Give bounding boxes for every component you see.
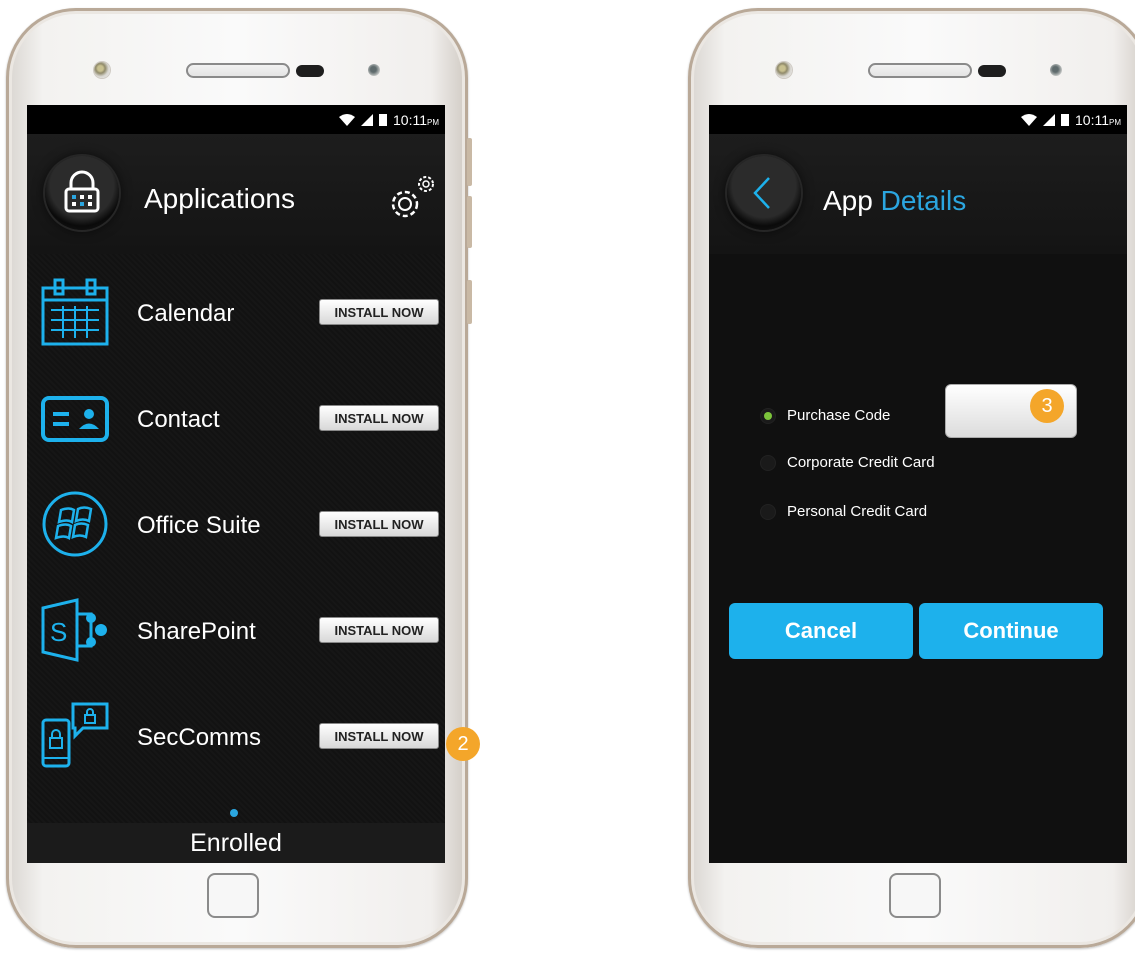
radio-corporate-credit-card[interactable] xyxy=(761,455,775,470)
install-sharepoint-button[interactable]: INSTALL NOW xyxy=(319,617,439,643)
footer-enrolled[interactable]: Enrolled xyxy=(27,823,445,863)
calendar-icon xyxy=(41,278,109,346)
page-title: App Details xyxy=(823,185,966,217)
home-button xyxy=(207,873,259,918)
title-app: App xyxy=(823,185,873,216)
list-item: Calendar INSTALL NOW xyxy=(27,254,445,360)
wifi-icon xyxy=(339,113,355,126)
option-label: Personal Credit Card xyxy=(787,503,928,520)
battery-icon xyxy=(379,113,387,126)
status-ampm: PM xyxy=(1109,117,1121,127)
list-item: Contact INSTALL NOW xyxy=(27,360,445,466)
home-button xyxy=(889,873,941,918)
app-name-office-suite: Office Suite xyxy=(137,512,261,539)
status-ampm: PM xyxy=(427,117,439,127)
radio-personal-credit-card[interactable] xyxy=(761,504,775,519)
page-indicator-dot xyxy=(230,809,238,817)
svg-text:S: S xyxy=(50,617,67,647)
applications-list: Calendar INSTALL NOW Contact INSTALL NOW xyxy=(27,254,445,823)
proximity-sensor xyxy=(978,65,1006,77)
option-corporate-credit-card[interactable]: Corporate Credit Card xyxy=(761,454,935,471)
status-time: 10:11 xyxy=(1075,111,1109,128)
light-sensor xyxy=(368,64,380,76)
list-item: S SharePoint INSTALL NOW xyxy=(27,572,445,678)
option-personal-credit-card[interactable]: Personal Credit Card xyxy=(761,503,927,520)
wifi-icon xyxy=(1021,113,1037,126)
battery-icon xyxy=(1061,113,1069,126)
option-label: Purchase Code xyxy=(787,407,891,424)
status-time: 10:11 xyxy=(393,111,427,128)
screen-applications: 10:11PM Applications Calendar INSTALL NO… xyxy=(27,105,445,863)
option-purchase-code[interactable]: Purchase Code xyxy=(761,407,890,424)
continue-button[interactable]: Continue xyxy=(919,603,1103,659)
app-name-calendar: Calendar xyxy=(137,300,235,327)
page-title: Applications xyxy=(144,183,295,214)
app-header: Applications xyxy=(27,134,445,254)
install-contact-button[interactable]: INSTALL NOW xyxy=(319,405,439,431)
status-bar: 10:11PM xyxy=(709,105,1127,134)
screen-app-details: 10:11PM App Details Purchase Code Corpor… xyxy=(709,105,1127,863)
signal-icon xyxy=(361,113,373,126)
step-badge: 2 xyxy=(446,727,480,761)
install-seccomms-button[interactable]: INSTALL NOW xyxy=(319,723,439,749)
step-badge: 3 xyxy=(1030,389,1064,423)
chevron-left-icon xyxy=(753,177,770,209)
secure-messaging-icon xyxy=(41,702,109,768)
earpiece-speaker xyxy=(186,63,290,78)
status-bar: 10:11PM xyxy=(27,105,445,134)
option-label: Corporate Credit Card xyxy=(787,454,935,471)
app-name-sharepoint: SharePoint xyxy=(137,618,256,645)
sharepoint-icon: S xyxy=(41,598,107,662)
earpiece-speaker xyxy=(868,63,972,78)
light-sensor xyxy=(1050,64,1062,76)
volume-button xyxy=(467,138,472,186)
cancel-button[interactable]: Cancel xyxy=(729,603,913,659)
front-camera xyxy=(94,62,110,78)
list-item: Office Suite INSTALL NOW xyxy=(27,466,445,572)
gears-icon[interactable] xyxy=(385,172,439,226)
volume-button xyxy=(467,196,472,248)
signal-icon xyxy=(1043,113,1055,126)
list-item: SecComms INSTALL NOW xyxy=(27,678,445,784)
proximity-sensor xyxy=(296,65,324,77)
lock-icon xyxy=(64,170,100,213)
phone-frame-right: 10:11PM App Details Purchase Code Corpor… xyxy=(688,8,1135,948)
app-name-seccomms: SecComms xyxy=(137,724,262,751)
title-details: Details xyxy=(880,185,967,216)
office-icon xyxy=(42,491,108,557)
front-camera xyxy=(776,62,792,78)
app-name-contact: Contact xyxy=(137,406,220,433)
lock-button[interactable] xyxy=(45,156,119,230)
power-button xyxy=(467,280,472,324)
back-button[interactable] xyxy=(727,156,801,230)
phone-frame-left: 10:11PM Applications Calendar INSTALL NO… xyxy=(6,8,472,948)
contact-card-icon xyxy=(41,396,109,442)
install-office-suite-button[interactable]: INSTALL NOW xyxy=(319,511,439,537)
radio-purchase-code[interactable] xyxy=(761,408,775,423)
install-calendar-button[interactable]: INSTALL NOW xyxy=(319,299,439,325)
app-header: App Details xyxy=(709,134,1127,254)
